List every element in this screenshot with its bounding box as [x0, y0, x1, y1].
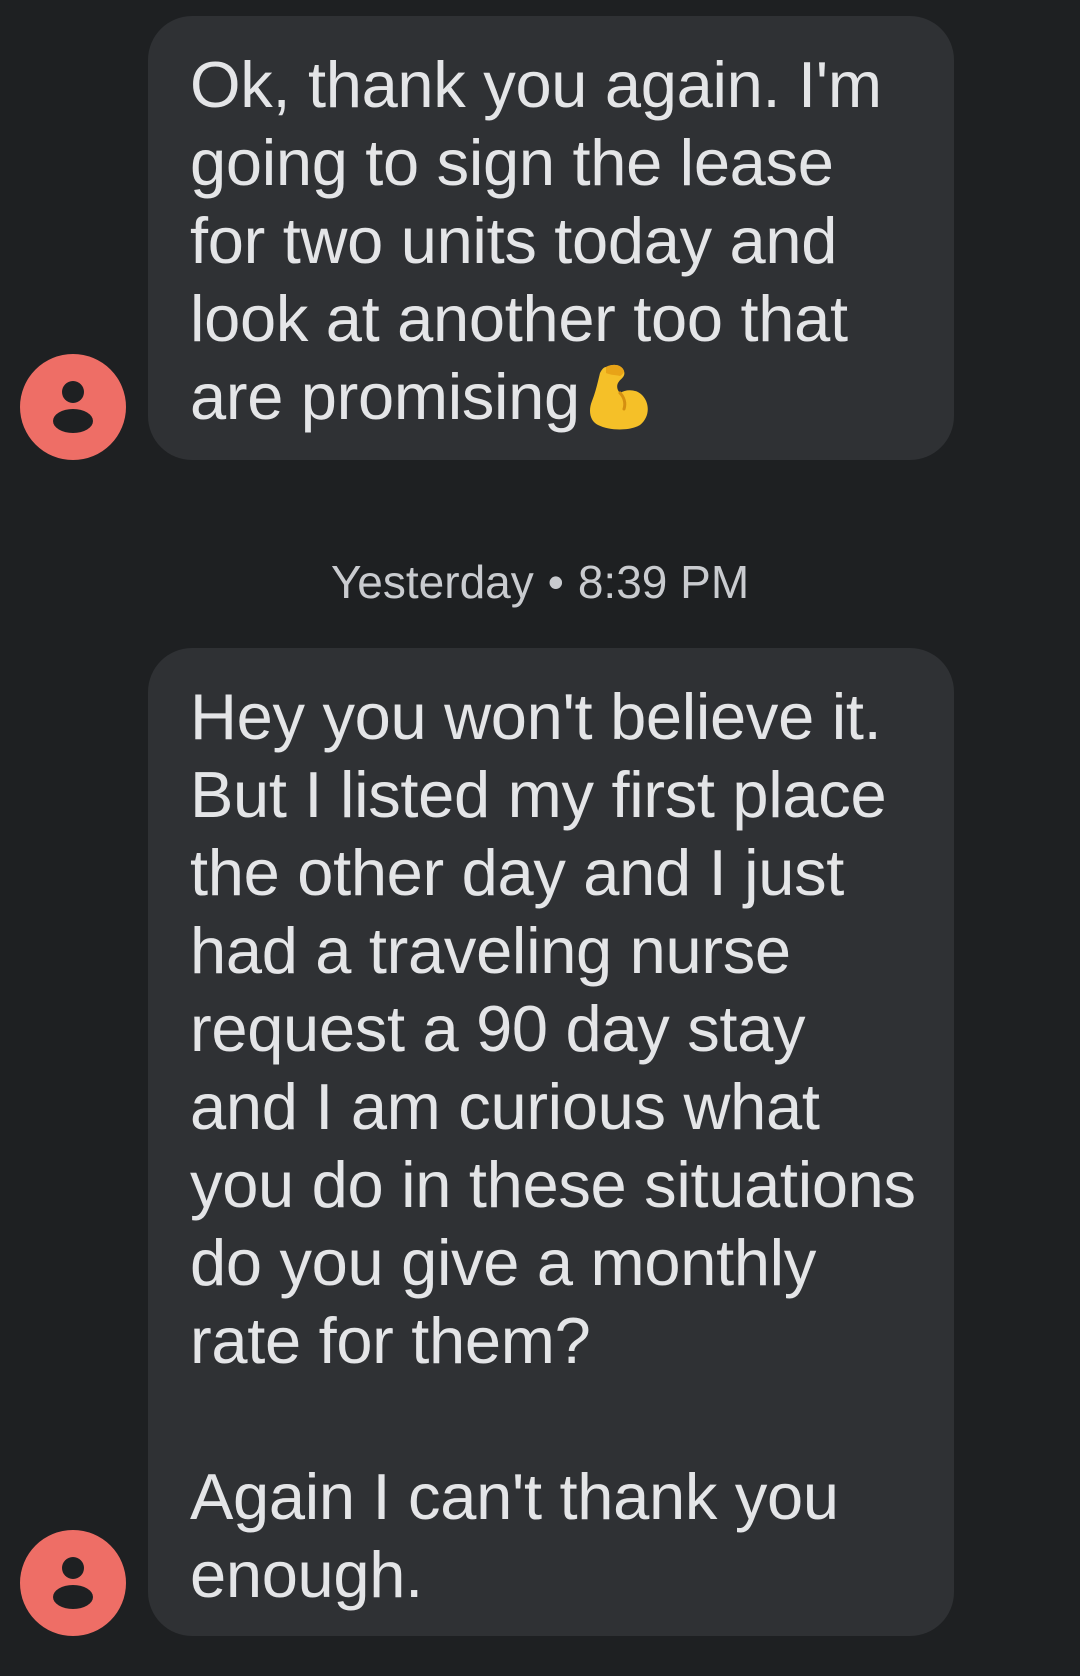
flexed-biceps-icon	[589, 364, 648, 430]
conversation-timestamp: Yesterday • 8:39 PM	[0, 551, 1080, 613]
person-icon	[53, 381, 93, 433]
contact-avatar[interactable]	[20, 1530, 126, 1636]
message-text-1: Ok, thank you again. I'm going to sign t…	[190, 48, 882, 433]
person-icon	[53, 1557, 93, 1609]
contact-avatar[interactable]	[20, 354, 126, 460]
timestamp-separator: •	[547, 556, 564, 608]
timestamp-time: 8:39 PM	[577, 556, 750, 608]
message-text: Ok, thank you again. I'm going to sign t…	[190, 46, 924, 436]
message-bubble[interactable]: Ok, thank you again. I'm going to sign t…	[148, 16, 954, 460]
message-text-2: Hey you won't believe it. But I listed m…	[190, 680, 916, 1611]
message-bubble[interactable]: Hey you won't believe it. But I listed m…	[148, 648, 954, 1636]
timestamp-day: Yesterday	[330, 556, 534, 608]
